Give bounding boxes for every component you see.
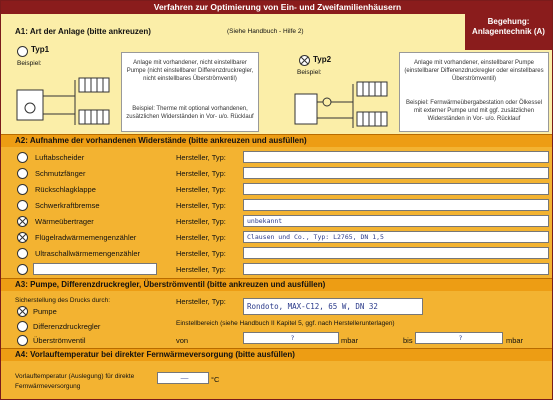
row-label: Wärmeübertrager: [35, 217, 94, 226]
typ2-beispiel-label: Beispiel:: [297, 69, 322, 76]
form-page: Verfahren zur Optimierung von Ein- und Z…: [0, 0, 553, 400]
typ2-label: Typ2: [313, 55, 332, 64]
fluegelradzaehler-checkbox[interactable]: [17, 232, 28, 243]
custom-label-field[interactable]: [33, 263, 157, 275]
bis-field[interactable]: ?: [415, 332, 503, 344]
differenzdruckregler-label: Differenzdruckregler: [33, 322, 101, 331]
page-title: Verfahren zur Optimierung von Ein- und Z…: [1, 1, 552, 14]
section-a3-heading: A3: Pumpe, Differenzdruckregler, Überstr…: [15, 280, 326, 289]
section-a2-heading: A2: Aufnahme der vorhandenen Widerstände…: [15, 136, 307, 145]
custom-field[interactable]: [243, 263, 549, 275]
typ2-diagram: [294, 81, 388, 128]
typ2-description: Anlage mit vorhandener, einstellbarer Pu…: [404, 60, 544, 82]
row-label: Luftabscheider: [35, 153, 85, 162]
waermeuebertrager-checkbox[interactable]: [17, 216, 28, 227]
waermeuebertrager-field[interactable]: unbekannt: [243, 215, 549, 227]
typ1-beispiel-label: Beispiel:: [17, 60, 42, 67]
fluegelradzaehler-field[interactable]: Clausen und Co., Typ: L2765, DN 1,5: [243, 231, 549, 243]
hersteller-label: Hersteller, Typ:: [176, 217, 226, 226]
sicherstellung-label: Sicherstellung des Drucks durch:: [15, 297, 111, 304]
hersteller-label: Hersteller, Typ:: [176, 297, 226, 306]
typ2-description-box: Anlage mit vorhandener, einstellbarer Pu…: [399, 52, 549, 132]
schwerkraftbremse-checkbox[interactable]: [17, 200, 28, 211]
hersteller-label: Hersteller, Typ:: [176, 201, 226, 210]
pumpe-label: Pumpe: [33, 307, 57, 316]
typ1-checkbox[interactable]: [17, 46, 28, 57]
typ1-diagram: [16, 77, 110, 125]
row-label: Schmutzfänger: [35, 169, 86, 178]
hersteller-label: Hersteller, Typ:: [176, 249, 226, 258]
section-badge: Begehung: Anlagentechnik (A): [465, 14, 552, 50]
vorlauftemperatur-field[interactable]: ——: [157, 372, 209, 384]
section-a1-heading: A1: Art der Anlage (bitte ankreuzen): [15, 27, 151, 36]
pumpe-radio[interactable]: [17, 306, 28, 317]
section-a3: A3: Pumpe, Differenzdruckregler, Überstr…: [1, 278, 552, 348]
von-field[interactable]: ?: [243, 332, 339, 344]
ueberstroemventil-label: Überströmventil: [33, 336, 86, 345]
handbook-reference: (Siehe Handbuch - Hilfe 2): [227, 28, 304, 35]
von-label: von: [176, 336, 189, 345]
hersteller-label: Hersteller, Typ:: [176, 265, 226, 274]
ultraschallzaehler-field[interactable]: [243, 247, 549, 259]
row-label: Ultraschallwärmemengenzähler: [35, 249, 141, 258]
typ2-checkbox[interactable]: [299, 55, 310, 66]
hersteller-label: Hersteller, Typ:: [176, 153, 226, 162]
schwerkraftbremse-field[interactable]: [243, 199, 549, 211]
typ1-description: Anlage mit vorhandener, nicht einstellba…: [126, 60, 254, 82]
custom-checkbox[interactable]: [17, 264, 28, 275]
hersteller-label: Hersteller, Typ:: [176, 185, 226, 194]
section-a2: A2: Aufnahme der vorhandenen Widerstände…: [1, 134, 552, 278]
luftabscheider-checkbox[interactable]: [17, 152, 28, 163]
schmutzfaenger-field[interactable]: [243, 167, 549, 179]
rueckschlagklappe-checkbox[interactable]: [17, 184, 28, 195]
row-label: Schwerkraftbremse: [35, 201, 100, 210]
hersteller-label: Hersteller, Typ:: [176, 169, 226, 178]
rueckschlagklappe-field[interactable]: [243, 183, 549, 195]
typ1-example: Beispiel: Therme mit optional vorhandene…: [126, 106, 254, 120]
row-label: Rückschlagklappe: [35, 185, 96, 194]
vorlauftemperatur-label: Vorlauftemperatur (Auslegung) für direkt…: [15, 373, 135, 390]
hersteller-label: Hersteller, Typ:: [176, 233, 226, 242]
schmutzfaenger-checkbox[interactable]: [17, 168, 28, 179]
typ2-example: Beispiel: Fernwärmeübergabestation oder …: [405, 100, 543, 122]
bis-label: bis: [403, 336, 413, 345]
differenzdruckregler-radio[interactable]: [17, 321, 28, 332]
ultraschallzaehler-checkbox[interactable]: [17, 248, 28, 259]
row-label: Flügelradwärmemengenzähler: [35, 233, 137, 242]
section-a4: A4: Vorlauftemperatur bei direkter Fernw…: [1, 348, 552, 399]
typ1-label: Typ1: [31, 45, 50, 54]
mbar-unit-1: mbar: [341, 336, 359, 345]
typ1-description-box: Anlage mit vorhandener, nicht einstellba…: [121, 52, 259, 132]
ueberstroemventil-radio[interactable]: [17, 335, 28, 346]
celsius-unit: °C: [211, 375, 220, 384]
mbar-unit-2: mbar: [506, 336, 524, 345]
section-a4-heading: A4: Vorlauftemperatur bei direkter Fernw…: [15, 350, 295, 359]
pump-hersteller-field[interactable]: Rondoto, MAX-C12, 65 W, DN 32: [243, 298, 423, 315]
luftabscheider-field[interactable]: [243, 151, 549, 163]
einstellbereich-label: Einstellbereich (siehe Handbuch II Kapit…: [176, 320, 395, 327]
